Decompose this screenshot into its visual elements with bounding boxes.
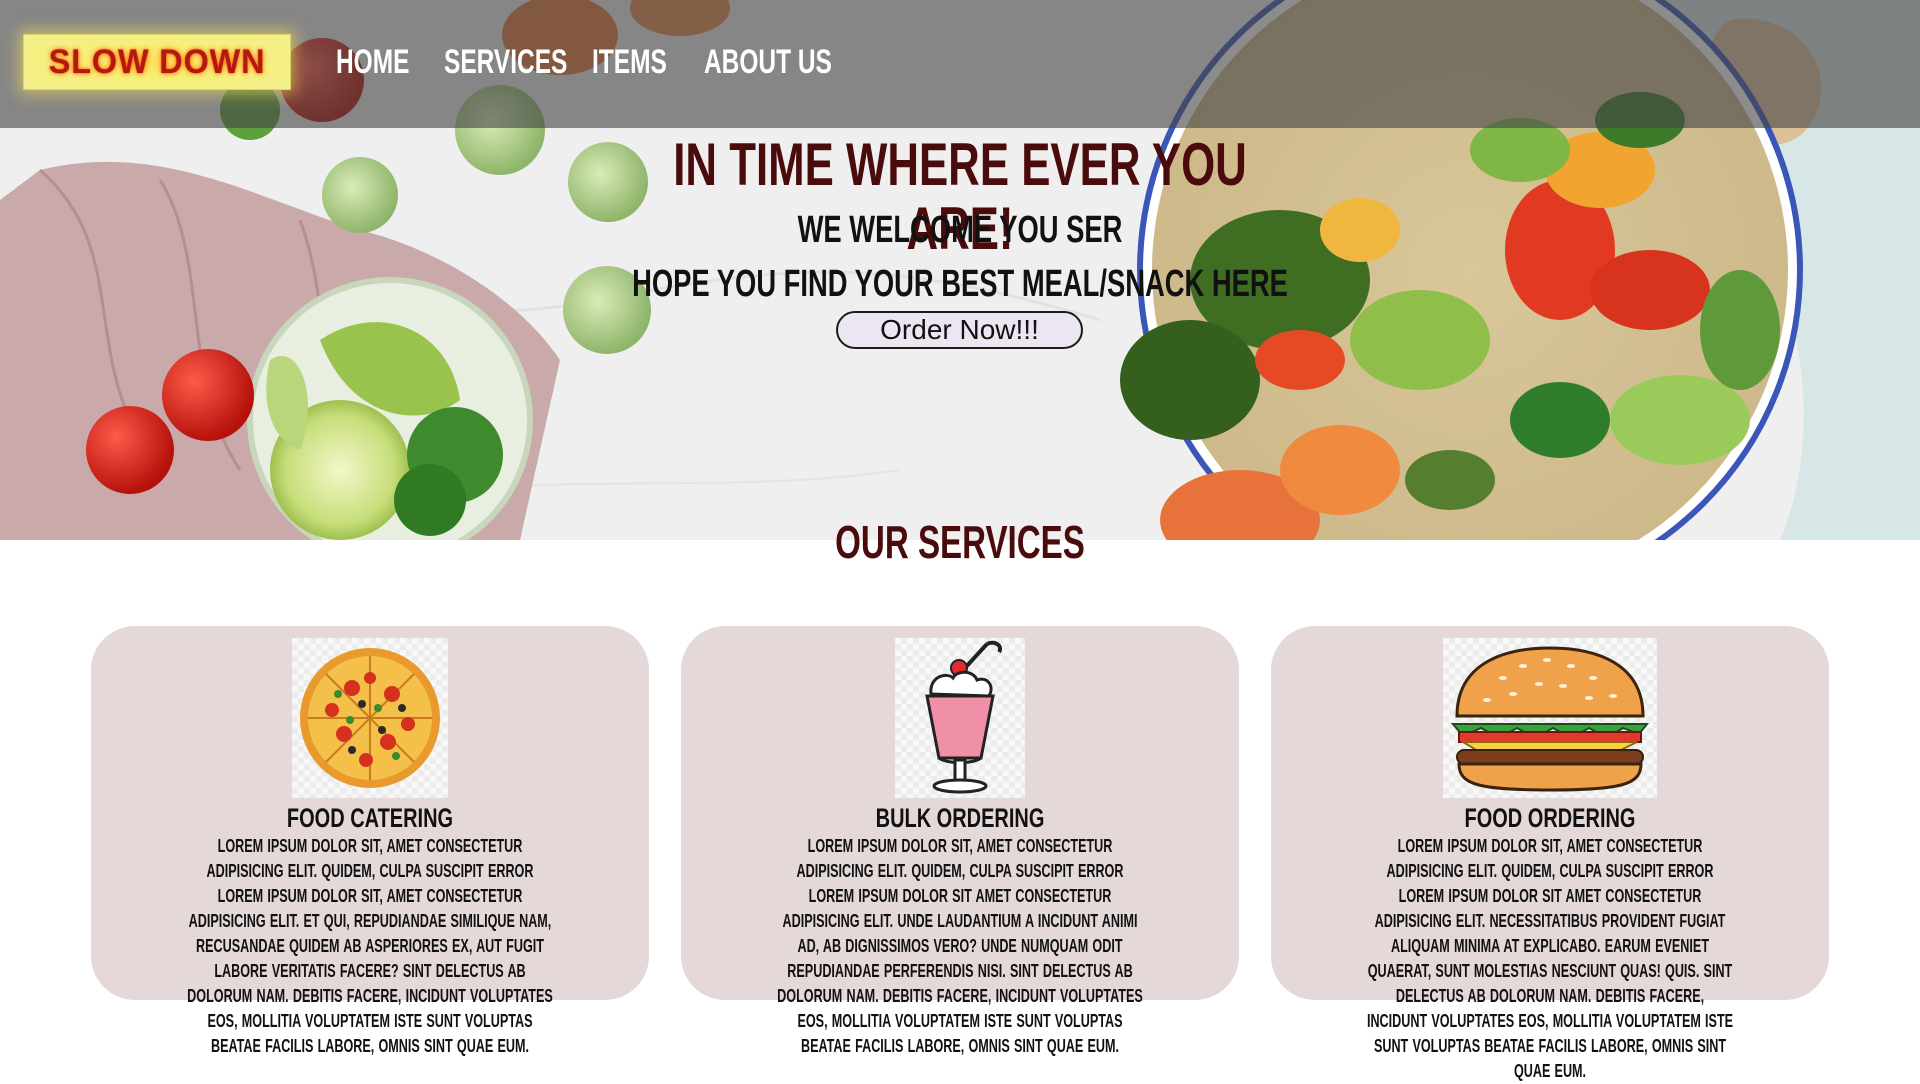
service-card-bulk-ordering: BULK ORDERING LOREM IPSUM DOLOR SIT, AME… bbox=[681, 626, 1239, 1056]
nav-about-us[interactable]: ABOUT US bbox=[704, 42, 832, 82]
card-description: LOREM IPSUM DOLOR SIT, AMET CONSECTETUR … bbox=[777, 836, 1143, 1056]
hero-tagline: HOPE YOU FIND YOUR BEST MEAL/SNACK HERE bbox=[632, 263, 1288, 305]
nav-items[interactable]: ITEMS bbox=[592, 42, 667, 82]
service-card-food-ordering: FOOD ORDERING LOREM IPSUM DOLOR SIT, AME… bbox=[1271, 626, 1829, 1081]
card-title: FOOD ORDERING bbox=[1464, 803, 1636, 833]
nav-home[interactable]: HOME bbox=[336, 42, 409, 82]
card-title: FOOD CATERING bbox=[286, 803, 454, 833]
hero-welcome: WE WELCOME YOU SER bbox=[797, 209, 1123, 251]
card-description: LOREM IPSUM DOLOR SIT, AMET CONSECTETUR … bbox=[1366, 836, 1734, 1081]
milkshake-icon bbox=[895, 638, 1025, 798]
brand-logo[interactable]: SLOW DOWN bbox=[23, 34, 291, 90]
navbar: SLOW DOWN HOME SERVICES ITEMS ABOUT US bbox=[0, 0, 1920, 128]
pizza-icon bbox=[292, 638, 448, 798]
order-now-button[interactable]: Order Now!!! bbox=[836, 311, 1083, 349]
burger-icon bbox=[1443, 638, 1657, 798]
card-description: LOREM IPSUM DOLOR SIT, AMET CONSECTETUR … bbox=[187, 836, 553, 1056]
services-heading: OUR SERVICES bbox=[835, 516, 1085, 568]
brand-logo-text: SLOW DOWN bbox=[48, 42, 266, 81]
service-card-food-catering: FOOD CATERING LOREM IPSUM DOLOR SIT, AME… bbox=[91, 626, 649, 1056]
hero-banner: SLOW DOWN HOME SERVICES ITEMS ABOUT US I… bbox=[0, 0, 1920, 540]
card-title: BULK ORDERING bbox=[875, 803, 1045, 833]
nav-services[interactable]: SERVICES bbox=[444, 42, 567, 82]
